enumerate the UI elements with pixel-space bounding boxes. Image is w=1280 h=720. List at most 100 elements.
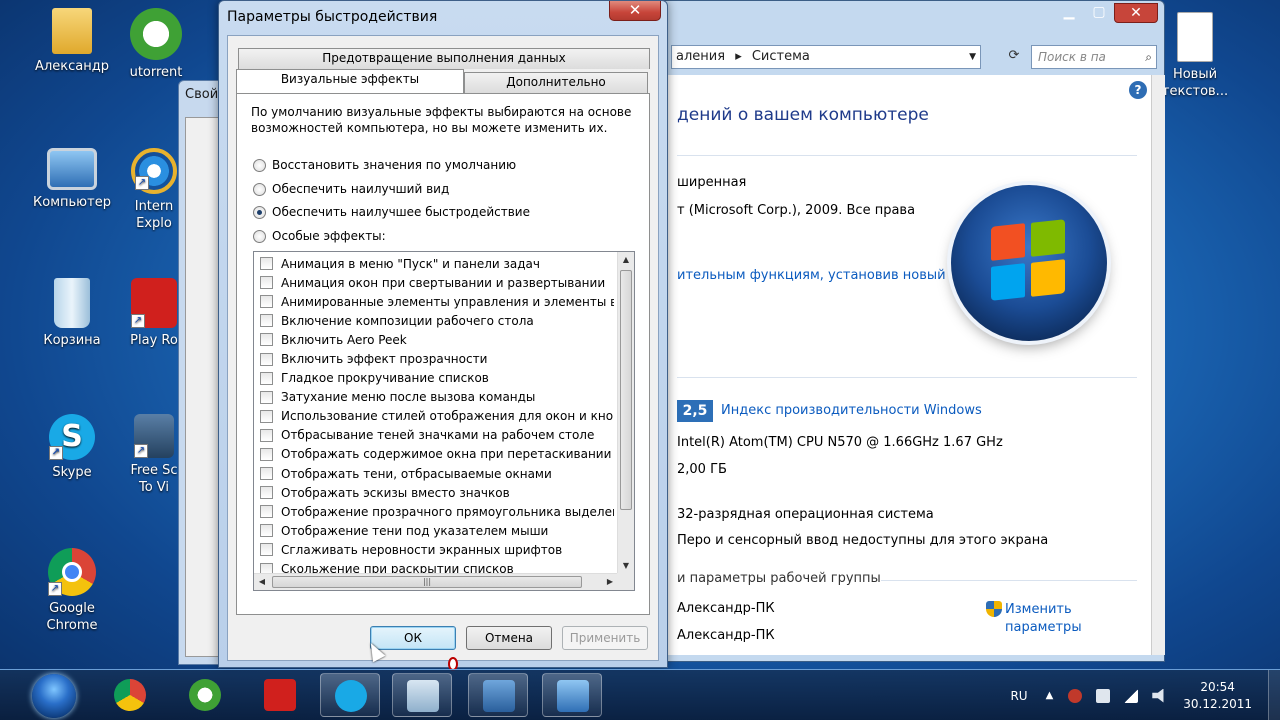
- desktop-icon-new-text-document[interactable]: Новый текстов...: [1160, 12, 1230, 100]
- apply-button[interactable]: Применить: [562, 626, 648, 650]
- effect-checkbox-row[interactable]: Отображать содержимое окна при перетаски…: [254, 445, 614, 464]
- radio-button[interactable]: [253, 158, 266, 172]
- close-button[interactable]: ✕: [1114, 3, 1158, 23]
- taskbar-item-utorrent[interactable]: [175, 673, 235, 717]
- checkbox[interactable]: [260, 295, 273, 309]
- tab-data-execution-prevention[interactable]: Предотвращение выполнения данных: [238, 48, 650, 69]
- checkbox[interactable]: [260, 409, 273, 423]
- checkbox[interactable]: [260, 371, 273, 385]
- network-icon[interactable]: [1124, 688, 1139, 703]
- desktop-icon-free-screen-video[interactable]: ↗ Free Sc To Vi: [126, 414, 182, 496]
- breadcrumb-control-panel[interactable]: аления: [676, 49, 725, 64]
- breadcrumb-system[interactable]: Система: [752, 49, 810, 64]
- help-icon[interactable]: ?: [1129, 81, 1147, 99]
- taskbar-item-chrome[interactable]: [100, 673, 160, 717]
- scroll-left-icon[interactable]: ◀: [254, 574, 270, 590]
- refresh-icon[interactable]: ⟳: [1001, 45, 1027, 69]
- search-input[interactable]: Поиск в па ⌕: [1031, 45, 1157, 69]
- taskbar-item-control-panel[interactable]: [468, 673, 528, 717]
- taskbar-item-skype[interactable]: [320, 673, 380, 717]
- radio-button-selected[interactable]: [253, 205, 266, 219]
- maximize-button[interactable]: ▢: [1084, 3, 1114, 23]
- effect-checkbox-row[interactable]: Использование стилей отображения для око…: [254, 407, 614, 426]
- effect-checkbox-row[interactable]: Анимация в меню "Пуск" и панели задач: [254, 254, 614, 273]
- effects-list[interactable]: Анимация в меню "Пуск" и панели задач Ани…: [253, 251, 635, 591]
- radio-button[interactable]: [253, 182, 266, 196]
- checkbox[interactable]: [260, 333, 273, 347]
- effect-checkbox-row[interactable]: Включение композиции рабочего стола: [254, 311, 614, 330]
- horizontal-scrollbar[interactable]: ◀ ||| ▶: [254, 573, 618, 590]
- checkbox[interactable]: [260, 276, 273, 290]
- upgrade-link[interactable]: ительным функциям, установив новый: [677, 268, 946, 283]
- performance-score-badge[interactable]: 2,5: [677, 400, 713, 422]
- effect-checkbox-row[interactable]: Отображение тени под указателем мыши: [254, 521, 614, 540]
- close-button[interactable]: ✕: [609, 1, 661, 21]
- clock[interactable]: 20:54 30.12.2011: [1183, 679, 1252, 713]
- checkbox[interactable]: [260, 257, 273, 271]
- radio-best-performance[interactable]: Обеспечить наилучшее быстродействие: [253, 205, 530, 219]
- checkbox[interactable]: [260, 428, 273, 442]
- effect-checkbox-row[interactable]: Гладкое прокручивание списков: [254, 369, 614, 388]
- effect-checkbox-row[interactable]: Затухание меню после вызова команды: [254, 388, 614, 407]
- desktop-icon-google-chrome[interactable]: ↗ Google Chrome: [32, 548, 112, 634]
- checkbox[interactable]: [260, 314, 273, 328]
- performance-index-link[interactable]: Индекс производительности Windows: [721, 403, 982, 418]
- show-hidden-icons-icon[interactable]: ▲: [1046, 690, 1054, 701]
- scrollbar-thumb[interactable]: [620, 270, 632, 510]
- change-settings-link-line1[interactable]: Изменить: [1005, 601, 1082, 619]
- effect-checkbox-row[interactable]: Включить эффект прозрачности: [254, 349, 614, 368]
- checkbox[interactable]: [260, 543, 273, 557]
- radio-button[interactable]: [253, 229, 266, 243]
- effect-checkbox-row[interactable]: Отображать эскизы вместо значков: [254, 483, 614, 502]
- language-indicator[interactable]: RU: [1010, 689, 1027, 703]
- checkbox[interactable]: [260, 505, 273, 519]
- action-center-flag-icon[interactable]: [1096, 688, 1111, 703]
- effect-checkbox-row[interactable]: Отбрасывание теней значками на рабочем с…: [254, 426, 614, 445]
- desktop-icon-roblox[interactable]: ↗ Play Ro: [126, 278, 182, 349]
- scroll-up-icon[interactable]: ▲: [618, 252, 634, 268]
- tab-visual-effects[interactable]: Визуальные эффекты: [236, 69, 464, 93]
- system-control-panel-window[interactable]: ▁ ▢ ✕ аления ▸ Система ▼ ⟳ Поиск в па ⌕ …: [620, 0, 1165, 662]
- effect-checkbox-row[interactable]: Отображать тени, отбрасываемые окнами: [254, 464, 614, 483]
- tab-advanced[interactable]: Дополнительно: [464, 72, 648, 93]
- change-settings-link[interactable]: Изменить параметры: [1005, 601, 1082, 637]
- checkbox[interactable]: [260, 352, 273, 366]
- tray-app-icon[interactable]: [1068, 688, 1083, 703]
- checkbox[interactable]: [260, 524, 273, 538]
- dropdown-arrow-icon[interactable]: ▼: [969, 46, 976, 68]
- desktop-icon-recycle-bin[interactable]: Корзина: [32, 278, 112, 349]
- breadcrumb-separator-icon[interactable]: ▸: [735, 49, 742, 64]
- checkbox[interactable]: [260, 390, 273, 404]
- address-bar[interactable]: аления ▸ Система ▼: [671, 45, 981, 69]
- start-button[interactable]: [32, 674, 76, 718]
- taskbar-item-explorer[interactable]: [392, 673, 452, 717]
- effect-checkbox-row[interactable]: Анимация окон при свертывании и разверты…: [254, 273, 614, 292]
- effect-checkbox-row[interactable]: Включить Aero Peek: [254, 330, 614, 349]
- radio-best-appearance[interactable]: Обеспечить наилучший вид: [253, 182, 449, 196]
- taskbar-item-roblox[interactable]: [250, 673, 310, 717]
- radio-custom[interactable]: Особые эффекты:: [253, 229, 386, 243]
- desktop-icon-utorrent[interactable]: utorrent: [126, 8, 186, 81]
- effect-checkbox-row[interactable]: Отображение прозрачного прямоугольника в…: [254, 502, 614, 521]
- show-desktop-button[interactable]: [1268, 670, 1280, 720]
- cancel-button[interactable]: Отмена: [466, 626, 552, 650]
- taskbar-item-system[interactable]: [542, 673, 602, 717]
- desktop-icon-skype[interactable]: S ↗ Skype: [32, 414, 112, 481]
- effect-checkbox-row[interactable]: Анимированные элементы управления и элем…: [254, 292, 614, 311]
- minimize-button[interactable]: ▁: [1054, 3, 1084, 23]
- desktop-icon-user-folder[interactable]: Александр: [32, 8, 112, 75]
- vertical-scrollbar[interactable]: ▲ ▼: [617, 252, 634, 574]
- checkbox[interactable]: [260, 447, 273, 461]
- performance-options-dialog[interactable]: Параметры быстродействия ✕ Предотвращени…: [218, 0, 668, 668]
- checkbox[interactable]: [260, 467, 273, 481]
- radio-restore-defaults[interactable]: Восстановить значения по умолчанию: [253, 158, 516, 172]
- ok-button[interactable]: ОК: [370, 626, 456, 650]
- checkbox[interactable]: [260, 486, 273, 500]
- scroll-right-icon[interactable]: ▶: [602, 574, 618, 590]
- change-settings-link-line2[interactable]: параметры: [1005, 619, 1082, 637]
- vertical-scrollbar[interactable]: [1151, 75, 1165, 655]
- scrollbar-thumb[interactable]: |||: [272, 576, 582, 588]
- desktop-icon-internet-explorer[interactable]: ↗ Intern Explo: [126, 148, 182, 232]
- desktop-icon-computer[interactable]: Компьютер: [32, 148, 112, 211]
- scroll-down-icon[interactable]: ▼: [618, 558, 634, 574]
